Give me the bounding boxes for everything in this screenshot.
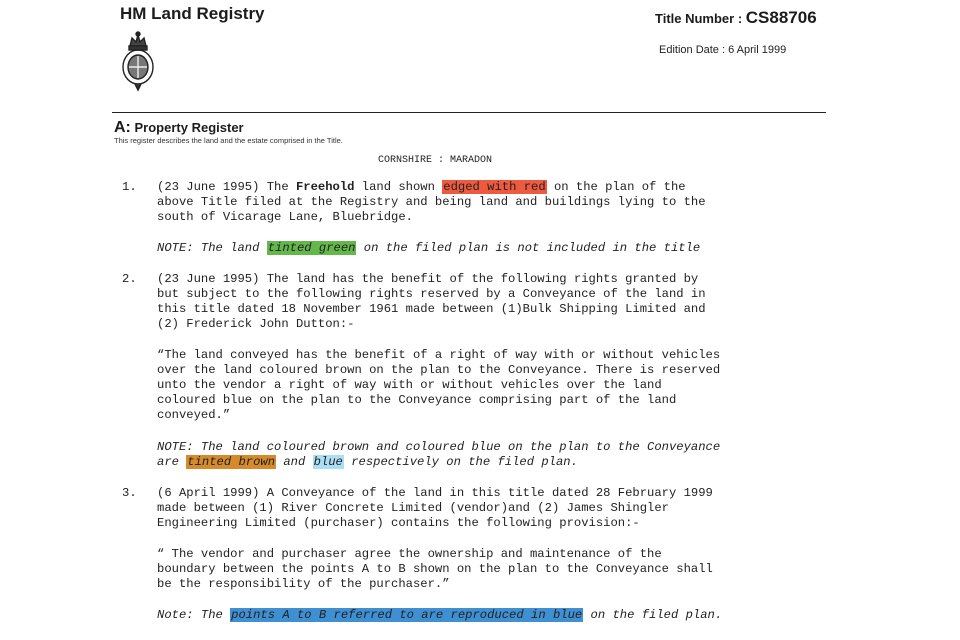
note-text: are [157, 455, 187, 469]
section-heading: A: Property Register [114, 119, 244, 137]
highlight-green: tinted green [266, 241, 357, 255]
entry-line: made between (1) River Concrete Limited … [157, 501, 669, 515]
quote-line: “ The vendor and purchaser agree the own… [157, 547, 662, 561]
section-title: Property Register [134, 120, 244, 135]
quote-line: boundary between the points A to B shown… [157, 562, 713, 576]
highlight-blue: points A to B referred to are reproduced… [230, 608, 584, 622]
title-number-value: CS88706 [745, 8, 817, 27]
header-divider [112, 112, 826, 113]
entry-text: (23 June 1995) The [157, 180, 296, 194]
entry-note: are tinted brown and blue respectively o… [157, 455, 578, 470]
note-text: Note: The [157, 608, 231, 622]
highlight-red: edged with red [442, 180, 547, 194]
quote-line: “The land conveyed has the benefit of a … [157, 348, 721, 362]
entry-note: NOTE: The land coloured brown and colour… [157, 440, 721, 454]
title-number: Title Number : CS88706 [655, 8, 817, 28]
entry-line: Engineering Limited (purchaser) contains… [157, 516, 640, 530]
edition-date: Edition Date : 6 April 1999 [659, 44, 787, 56]
entry-note: NOTE: The land tinted green on the filed… [157, 241, 700, 256]
title-number-label: Title Number : [655, 11, 746, 26]
entry-line: (6 April 1999) A Conveyance of the land … [157, 486, 713, 500]
entry-line: south of Vicarage Lane, Bluebridge. [157, 210, 413, 224]
quote-line: unto the vendor a right of way with or w… [157, 378, 662, 392]
section-description: This register describes the land and the… [114, 136, 343, 145]
entry-number: 2. [122, 272, 137, 286]
royal-crest-icon [122, 31, 154, 92]
note-text: NOTE: The land [157, 241, 267, 255]
entry-line: but subject to the following rights rese… [157, 287, 706, 301]
entry-text: on the plan of the [546, 180, 686, 194]
entry-note: Note: The points A to B referred to are … [157, 608, 722, 623]
highlight-brown: tinted brown [186, 455, 277, 469]
note-text: and [276, 455, 313, 469]
org-name: HM Land Registry [120, 4, 265, 23]
entry-line: (2) Frederick John Dutton:- [157, 317, 355, 331]
entry-number: 1. [122, 180, 137, 194]
note-text: on the filed plan is not included in the… [356, 241, 701, 255]
entry-text: land shown [354, 180, 443, 194]
quote-line: over the land coloured brown on the plan… [157, 363, 721, 377]
county-line: CORNSHIRE : MARADON [378, 155, 493, 166]
note-text: respectively on the filed plan. [343, 455, 578, 469]
note-text: on the filed plan. [583, 608, 723, 622]
entry-line: above Title filed at the Registry and be… [157, 195, 706, 209]
entry-number: 3. [122, 486, 137, 500]
freehold-term: Freehold [295, 180, 355, 194]
entry-line: (23 June 1995) The land has the benefit … [157, 272, 699, 286]
quote-line: be the responsibility of the purchaser.” [157, 577, 450, 591]
quote-line: coloured blue on the plan to the Conveya… [157, 393, 677, 407]
section-letter: A: [114, 119, 131, 136]
highlight-light-blue: blue [312, 455, 344, 469]
entry-line: (23 June 1995) The Freehold land shown e… [157, 180, 686, 195]
entry-line: this title dated 18 November 1961 made b… [157, 302, 706, 316]
quote-line: conveyed.” [157, 408, 231, 422]
